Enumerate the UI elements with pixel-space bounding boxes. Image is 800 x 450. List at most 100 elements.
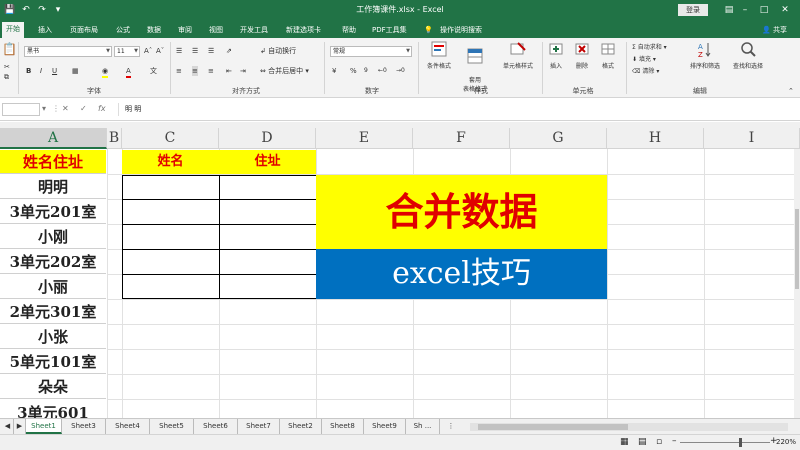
cell-a[interactable]: 小刚 bbox=[0, 225, 106, 249]
italic-icon[interactable]: I bbox=[40, 66, 42, 76]
column-header-h[interactable]: H bbox=[607, 128, 704, 149]
border-icon[interactable]: ▦ bbox=[72, 66, 79, 76]
share-button[interactable]: 👤 共享 bbox=[762, 23, 787, 37]
cancel-icon[interactable]: ✕ bbox=[62, 104, 69, 113]
column-header-i[interactable]: I bbox=[704, 128, 800, 149]
sheet-grid[interactable]: A B C D E F G H I 姓名住址 明明 3单元201室 小刚 3单元… bbox=[0, 122, 800, 418]
minimize-icon[interactable]: – bbox=[738, 3, 752, 17]
cell-a[interactable]: 3单元601 bbox=[0, 400, 106, 418]
align-bottom-icon[interactable]: ☰ bbox=[208, 46, 214, 56]
column-header-b[interactable]: B bbox=[107, 128, 122, 149]
sheet-tab[interactable]: Sheet2 bbox=[280, 419, 322, 434]
cell-c-header[interactable]: 姓名 bbox=[122, 150, 219, 174]
page-layout-view-icon[interactable]: ▤ bbox=[638, 437, 647, 447]
zoom-slider[interactable] bbox=[680, 442, 770, 443]
scroll-thumb[interactable] bbox=[478, 424, 628, 430]
increase-indent-icon[interactable]: ⇥ bbox=[240, 66, 246, 76]
grow-font-icon[interactable]: Aˆ bbox=[144, 46, 152, 56]
merge-center-button[interactable]: ⇔ 合并后居中 ▾ bbox=[260, 66, 309, 76]
cell-a[interactable]: 5单元101室 bbox=[0, 350, 106, 374]
align-right-icon[interactable]: ≡ bbox=[208, 66, 214, 76]
sort-filter-button[interactable]: AZ 排序和筛选 bbox=[684, 41, 726, 70]
tab-formulas[interactable]: 公式 bbox=[114, 23, 132, 38]
horizontal-scrollbar[interactable] bbox=[470, 423, 788, 431]
chevron-down-icon[interactable]: ▾ bbox=[42, 104, 46, 113]
decrease-indent-icon[interactable]: ⇤ bbox=[226, 66, 232, 76]
tab-scroll-right-icon[interactable]: ▶ bbox=[14, 419, 26, 434]
align-left-icon[interactable]: ≡ bbox=[176, 66, 182, 76]
cell-a[interactable]: 小丽 bbox=[0, 275, 106, 299]
maximize-icon[interactable]: □ bbox=[757, 3, 771, 17]
column-header-e[interactable]: E bbox=[316, 128, 413, 149]
cell-a[interactable]: 朵朵 bbox=[0, 375, 106, 399]
cell-a[interactable]: 3单元202室 bbox=[0, 250, 106, 274]
cell-a[interactable]: 明明 bbox=[0, 175, 106, 199]
copy-icon[interactable]: ⧉ bbox=[4, 72, 9, 82]
tell-me-search[interactable]: 操作说明搜索 bbox=[438, 23, 484, 38]
sheet-tab[interactable]: Sheet4 bbox=[106, 419, 150, 434]
column-header-g[interactable]: G bbox=[510, 128, 607, 149]
ribbon-display-icon[interactable]: ▤ bbox=[722, 3, 736, 17]
column-header-f[interactable]: F bbox=[413, 128, 510, 149]
bold-icon[interactable]: B bbox=[26, 66, 31, 76]
cut-icon[interactable]: ✂ bbox=[4, 62, 10, 72]
insert-cells-button[interactable]: 插入 bbox=[544, 41, 568, 70]
percent-icon[interactable]: % bbox=[350, 66, 357, 76]
fill-color-icon[interactable]: ◉ bbox=[102, 66, 109, 78]
font-color-icon[interactable]: A bbox=[126, 66, 131, 78]
sheet-tab[interactable]: Sheet7 bbox=[238, 419, 280, 434]
more-options-icon[interactable]: ⋮ bbox=[444, 419, 458, 434]
cell-a[interactable]: 小张 bbox=[0, 325, 106, 349]
sheet-tab[interactable]: Sheet8 bbox=[322, 419, 364, 434]
column-header-d[interactable]: D bbox=[219, 128, 316, 149]
align-middle-icon[interactable]: ☰ bbox=[192, 46, 198, 56]
enter-icon[interactable]: ✓ bbox=[80, 104, 87, 113]
close-icon[interactable]: ✕ bbox=[778, 3, 792, 17]
cell-a[interactable]: 3单元201室 bbox=[0, 200, 106, 224]
tab-review[interactable]: 审阅 bbox=[176, 23, 194, 38]
shrink-font-icon[interactable]: Aˇ bbox=[156, 46, 164, 56]
paste-icon[interactable]: 📋 bbox=[2, 43, 17, 55]
wrap-text-button[interactable]: ↲ 自动换行 bbox=[260, 46, 296, 56]
tab-new-tab[interactable]: 新建选项卡 bbox=[284, 23, 323, 38]
tab-insert[interactable]: 插入 bbox=[36, 23, 54, 38]
sheet-tab[interactable]: Sheet5 bbox=[150, 419, 194, 434]
zoom-slider-thumb[interactable] bbox=[739, 438, 742, 447]
tab-view[interactable]: 视图 bbox=[207, 23, 225, 38]
tab-pdf-tools[interactable]: PDF工具集 bbox=[370, 23, 409, 38]
tab-developer[interactable]: 开发工具 bbox=[238, 23, 270, 38]
delete-cells-button[interactable]: 删除 bbox=[570, 41, 594, 70]
sheet-tab[interactable]: Sheet1 bbox=[26, 419, 62, 434]
comma-style-icon[interactable]: 9 bbox=[364, 66, 368, 76]
tab-help[interactable]: 帮助 bbox=[340, 23, 358, 38]
scroll-thumb[interactable] bbox=[795, 209, 799, 289]
cell-a-header[interactable]: 姓名住址 bbox=[0, 150, 106, 174]
conditional-format-button[interactable]: 条件格式 bbox=[422, 41, 456, 70]
tab-data[interactable]: 数据 bbox=[145, 23, 163, 38]
zoom-out-icon[interactable]: – bbox=[672, 436, 677, 446]
fx-icon[interactable]: fx bbox=[98, 104, 106, 113]
decrease-decimal-icon[interactable]: →0 bbox=[396, 66, 405, 76]
vertical-scrollbar[interactable] bbox=[794, 149, 800, 418]
cell-d-header[interactable]: 住址 bbox=[219, 150, 316, 174]
currency-icon[interactable]: ¥ bbox=[332, 66, 336, 76]
column-header-c[interactable]: C bbox=[122, 128, 219, 149]
name-box[interactable] bbox=[2, 103, 40, 116]
collapse-ribbon-icon[interactable]: ⌃ bbox=[788, 86, 794, 96]
cell-style-button[interactable]: 单元格样式 bbox=[496, 41, 540, 70]
sheet-tab[interactable]: Sheet9 bbox=[364, 419, 406, 434]
autosum-button[interactable]: Σ 自动求和 ▾ bbox=[632, 43, 667, 52]
align-top-icon[interactable]: ☰ bbox=[176, 46, 182, 56]
formula-input[interactable]: 明 明 bbox=[118, 103, 798, 116]
clear-button[interactable]: ⌫ 清除 ▾ bbox=[632, 67, 659, 76]
align-center-icon[interactable]: ≡ bbox=[192, 66, 198, 76]
sheet-tab[interactable]: Sheet6 bbox=[194, 419, 238, 434]
fill-button[interactable]: ⬇ 填充 ▾ bbox=[632, 55, 656, 64]
number-format-combo[interactable]: 常规 ▼ bbox=[330, 46, 412, 57]
sheet-tab[interactable]: Sh ... bbox=[406, 419, 440, 434]
font-size-combo[interactable]: 11 ▼ bbox=[114, 46, 140, 57]
login-button[interactable]: 登录 bbox=[678, 4, 708, 16]
normal-view-icon[interactable]: ▦ bbox=[620, 437, 629, 447]
tab-home[interactable]: 开始 bbox=[2, 22, 24, 38]
sheet-tab[interactable]: Sheet3 bbox=[62, 419, 106, 434]
